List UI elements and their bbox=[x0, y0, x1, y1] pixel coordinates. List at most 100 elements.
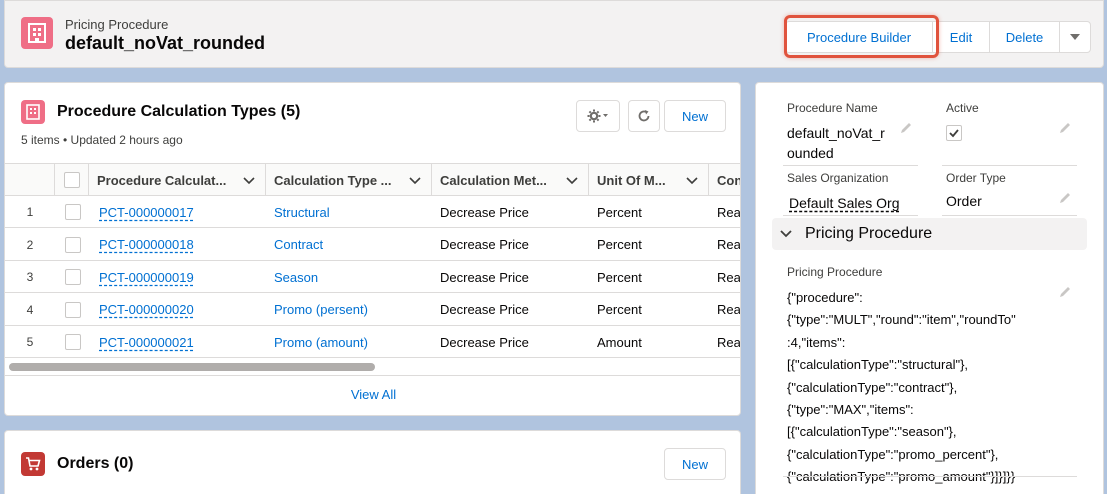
calculation-method-cell: Decrease Price bbox=[440, 204, 529, 220]
calculation-types-card: Procedure Calculation Types (5) 5 items … bbox=[4, 82, 741, 416]
table-row[interactable]: 5 PCT-000000021 Promo (amount) Decrease Pri… bbox=[5, 326, 741, 358]
chevron-down-icon bbox=[780, 230, 792, 238]
order-type-value: Order bbox=[946, 193, 982, 209]
table-row[interactable]: 4 PCT-000000020 Promo (persent) Decrease Pr… bbox=[5, 294, 741, 326]
new-order-button[interactable]: New bbox=[664, 448, 726, 480]
object-label: Pricing Procedure bbox=[65, 17, 169, 32]
pricing-procedure-line: {"type":"MULT","round":"item","roundTo" bbox=[787, 312, 1016, 328]
pricing-procedure-line: {"calculationType":"promo_percent"}, bbox=[787, 446, 999, 462]
edit-pencil-icon[interactable] bbox=[1058, 285, 1072, 299]
column-header-name[interactable]: Procedure Calculat... bbox=[89, 164, 266, 196]
calculation-method-cell: Decrease Price bbox=[440, 302, 529, 317]
orders-title[interactable]: Orders (0) bbox=[57, 455, 133, 473]
chevron-down-icon[interactable] bbox=[566, 172, 578, 188]
edit-pencil-icon[interactable] bbox=[1058, 121, 1072, 135]
delete-button[interactable]: Delete bbox=[989, 21, 1060, 53]
unit-cell: Percent bbox=[597, 237, 642, 252]
pricing-procedure-line: [{"calculationType":"season"}, bbox=[787, 424, 957, 440]
row-checkbox[interactable] bbox=[65, 204, 81, 220]
con-cell: Rea bbox=[717, 204, 741, 220]
table-row[interactable]: 3 PCT-000000019 Season Decrease Price Percen… bbox=[5, 261, 740, 293]
record-header: Pricing Procedure default_noVat_rounded … bbox=[4, 0, 1104, 68]
calculation-type-link[interactable]: Structural bbox=[274, 196, 424, 228]
active-checkbox bbox=[946, 125, 962, 141]
row-number: 4 bbox=[26, 302, 34, 317]
calculation-method-cell: Decrease Price bbox=[440, 269, 529, 285]
sales-org-label: Sales Organization bbox=[787, 171, 889, 185]
calculation-type-link[interactable]: Contract bbox=[274, 229, 424, 261]
record-title: default_noVat_rounded bbox=[65, 33, 266, 53]
row-number: 1 bbox=[26, 205, 34, 219]
cart-icon bbox=[21, 452, 45, 476]
edit-button[interactable]: Edit bbox=[932, 21, 990, 53]
row-checkbox-cell bbox=[65, 261, 85, 293]
horizontal-scrollbar[interactable] bbox=[9, 363, 375, 371]
row-number: 2 bbox=[26, 237, 34, 252]
row-checkbox[interactable] bbox=[65, 301, 81, 318]
calculation-type-name-link[interactable]: PCT-000000021 bbox=[99, 326, 259, 358]
table-row[interactable]: 1 PCT-000000017 Structural Decrease Price Pe… bbox=[5, 196, 741, 228]
calculation-type-link[interactable]: Season bbox=[274, 261, 424, 293]
procedure-name-value: default_noVat_r ounded bbox=[787, 125, 885, 161]
view-all-link[interactable]: View All bbox=[5, 387, 740, 402]
pricing-procedure-line: {"calculationType":"promo_amount"}]}]}} bbox=[787, 469, 1016, 485]
calculation-type-name-link[interactable]: PCT-000000018 bbox=[99, 229, 259, 261]
new-calculation-type-button[interactable]: New bbox=[664, 100, 726, 132]
calculation-type-name-link[interactable]: PCT-000000017 bbox=[99, 196, 259, 228]
chevron-down-icon[interactable] bbox=[409, 172, 421, 188]
highlight-box bbox=[784, 15, 939, 58]
con-cell: Rea bbox=[717, 334, 741, 350]
select-all-checkbox[interactable] bbox=[64, 172, 80, 188]
active-label: Active bbox=[946, 101, 979, 115]
calculation-method-cell: Decrease Price bbox=[440, 334, 529, 350]
edit-pencil-icon[interactable] bbox=[899, 121, 913, 135]
unit-cell: Percent bbox=[597, 204, 642, 220]
con-cell: Rea bbox=[717, 237, 741, 252]
calculation-type-link[interactable]: Promo (persent) bbox=[274, 294, 424, 326]
details-panel: Procedure Name default_noVat_r ounded Ac… bbox=[755, 82, 1104, 494]
pricing-procedure-line: {"calculationType":"contract"}, bbox=[787, 379, 958, 395]
calculation-type-link[interactable]: Promo (amount) bbox=[274, 326, 424, 358]
chevron-down-icon[interactable] bbox=[243, 172, 255, 188]
row-checkbox[interactable] bbox=[65, 236, 81, 253]
calculation-type-name-link[interactable]: PCT-000000019 bbox=[99, 261, 259, 293]
column-header-method[interactable]: Calculation Met... bbox=[432, 164, 589, 196]
pricing-procedure-section-header[interactable]: Pricing Procedure bbox=[772, 218, 1087, 250]
refresh-button[interactable] bbox=[628, 100, 660, 132]
divider bbox=[783, 215, 918, 216]
pricing-procedure-icon bbox=[21, 17, 53, 49]
more-actions-button[interactable] bbox=[1059, 21, 1091, 53]
chevron-down-icon bbox=[1070, 34, 1080, 40]
list-status: 5 items • Updated 2 hours ago bbox=[21, 133, 183, 147]
list-settings-button[interactable] bbox=[576, 100, 620, 132]
procedure-name-label: Procedure Name bbox=[787, 101, 878, 115]
chevron-down-icon[interactable] bbox=[686, 172, 698, 188]
refresh-icon bbox=[638, 110, 650, 122]
section-title: Pricing Procedure bbox=[805, 225, 933, 242]
calculation-type-name-link[interactable]: PCT-000000020 bbox=[99, 294, 259, 326]
con-cell: Rea bbox=[717, 302, 741, 317]
row-checkbox[interactable] bbox=[65, 269, 81, 285]
table-header: Procedure Calculat... Calculation Type .… bbox=[5, 163, 740, 196]
unit-cell: Amount bbox=[597, 334, 642, 350]
column-header-unit[interactable]: Unit Of M... bbox=[589, 164, 709, 196]
checkmark-icon bbox=[949, 129, 959, 138]
pricing-procedure-line: [{"calculationType":"structural"}, bbox=[787, 357, 969, 373]
select-all-header bbox=[55, 164, 89, 196]
calculation-types-icon bbox=[21, 100, 45, 124]
pricing-procedure-label: Pricing Procedure bbox=[787, 265, 883, 279]
row-number: 5 bbox=[26, 335, 34, 349]
edit-pencil-icon[interactable] bbox=[1058, 191, 1072, 205]
column-header-con[interactable]: Con bbox=[709, 164, 740, 196]
pricing-procedure-line: {"type":"MAX","items": bbox=[787, 402, 914, 418]
table-row[interactable]: 2 PCT-000000018 Contract Decrease Price Perc… bbox=[5, 229, 741, 261]
divider bbox=[942, 165, 1077, 166]
column-header-type[interactable]: Calculation Type ... bbox=[266, 164, 432, 196]
row-checkbox-cell bbox=[65, 229, 85, 261]
calculation-types-title[interactable]: Procedure Calculation Types (5) bbox=[57, 103, 300, 121]
sales-org-link[interactable]: Default Sales Org bbox=[789, 195, 900, 211]
unit-cell: Percent bbox=[597, 302, 642, 317]
pricing-procedure-value: {"procedure": {"type":"MULT","round":"ite… bbox=[787, 287, 1016, 489]
divider bbox=[942, 215, 1077, 216]
row-checkbox[interactable] bbox=[65, 334, 81, 350]
